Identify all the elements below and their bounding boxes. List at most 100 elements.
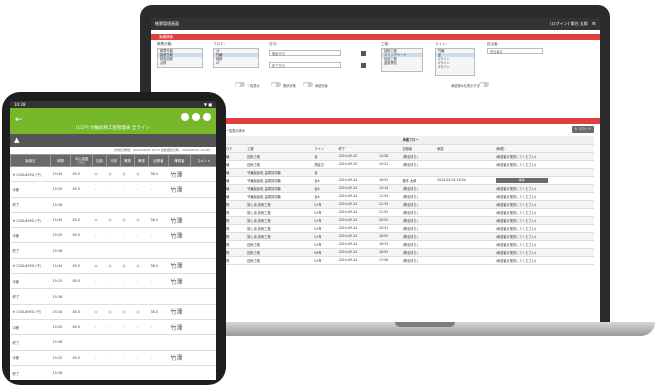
table-cell: ◎	[134, 304, 149, 320]
select-option[interactable]: 3ライン	[436, 65, 474, 69]
signature-cell: 竹澤	[168, 212, 191, 229]
table-cell	[190, 258, 216, 275]
table-cell	[493, 168, 594, 177]
person-label: 担当者：	[487, 42, 501, 46]
app-title: 帳票管理画面	[155, 21, 179, 26]
timestamp-note: (作成日時間：2024/09/25 10:27 最終更新日時：2024/09/2…	[113, 148, 210, 152]
table-cell: 2024-09-24	[336, 216, 377, 225]
table-cell: (承認者を選択してください)	[493, 152, 594, 161]
table-cell: 85.0	[70, 181, 93, 198]
start-date-input[interactable]: 開始日付：	[269, 50, 341, 56]
approval-target-toggle-label: 承認対象	[315, 83, 328, 88]
approve-button[interactable]: 承認	[495, 177, 548, 183]
table-cell: ◎	[106, 304, 121, 320]
table-cell: 15:25	[50, 273, 71, 290]
person-input[interactable]: 担当者名	[487, 48, 543, 54]
cloud-sync-icon[interactable]	[181, 113, 189, 121]
process-select[interactable]: 技術工程 ストックヤード 加熱工程 金属検知	[381, 48, 423, 72]
table-cell	[435, 168, 494, 177]
anomaly-toggle[interactable]	[271, 82, 281, 87]
table-cell	[435, 256, 494, 265]
table-cell: 01号	[312, 208, 337, 217]
table-row[interactable]: ※ 23GL89EG (千) 15:34 85.0 ◎ ◎ ◎ ◎ 38.0 竹澤	[10, 304, 216, 320]
reload-button[interactable]: ↻ リロード	[572, 126, 594, 133]
table-cell: 15:34	[50, 166, 71, 183]
table-cell	[435, 216, 494, 225]
warning-icon: ▲	[14, 136, 20, 144]
signature-cell: 竹澤	[168, 258, 191, 275]
table-row[interactable]: 終了 15:36	[10, 288, 216, 305]
show-approved-toggle[interactable]	[479, 82, 489, 87]
tablet-title: [CCP] 竹輪加熱工程管理表 全ライン	[76, 126, 150, 131]
table-cell: 18:55	[376, 232, 401, 241]
table-cell: 85.0	[70, 350, 93, 366]
line-select[interactable]: 竹輪全 1ライン 2ライン 3ライン	[435, 48, 475, 76]
table-cell: 2024-09-25	[336, 152, 377, 161]
floor-select[interactable]: 1F 竹輪 揚物 2F	[213, 48, 259, 68]
select-option[interactable]: 2F	[214, 61, 258, 65]
table-cell	[190, 288, 216, 305]
table-row[interactable]: 終了 15:36	[10, 242, 216, 259]
list-view-toggle[interactable]	[235, 82, 245, 87]
table-row[interactable]: 中断 15:25 85.0- - - - - 竹澤	[10, 273, 216, 290]
table-cell: 技術工程	[245, 240, 313, 249]
table-cell: ◎	[106, 258, 121, 275]
select-option[interactable]: 金属検知	[382, 61, 422, 65]
column-header: 製造日	[10, 154, 51, 167]
table-cell	[148, 365, 169, 380]
table-row[interactable]: 中断 15:25 85.0- - - - - 竹澤	[10, 181, 216, 198]
table-cell: 2024-09-24	[336, 184, 377, 193]
end-date-input[interactable]: 終了日付：	[269, 62, 341, 68]
factory-select[interactable]: 帳票分類 製造日報 検査記録 点検	[157, 48, 203, 68]
table-cell	[190, 197, 216, 213]
table-row[interactable]: 中断 15:25 85.0- - - - - 竹澤	[10, 350, 216, 366]
globe-icon[interactable]	[203, 113, 211, 121]
calendar-icon[interactable]	[361, 62, 366, 68]
table-row[interactable]: ※ 23GL89EG (千) 15:34 85.0 ◎ ◎ ◎ ◎ 38.0 竹澤	[10, 166, 216, 183]
table-cell	[190, 242, 216, 259]
table-cell: (署名待ち)	[400, 208, 436, 217]
menu-icon[interactable]: ≡	[592, 21, 596, 27]
table-cell: -	[106, 273, 121, 290]
table-cell: -	[134, 273, 149, 290]
table-row[interactable]: 中断 15:25 85.0- - - - - 竹澤	[10, 227, 216, 244]
table-cell: 18:33	[376, 240, 401, 249]
calendar-icon[interactable]	[361, 50, 366, 56]
status-icons: ▼ ■	[203, 102, 212, 107]
table-row[interactable]: ※ 23GL89EG (千) 15:34 85.0 ◎ ◎ ◎ ◎ 38.0 竹澤	[10, 212, 216, 229]
table-cell: 2024-09-25	[336, 160, 377, 169]
table-row[interactable]: 終了 15:36	[10, 365, 216, 380]
table-cell: 38.0	[148, 304, 169, 320]
table-cell: ◎	[134, 258, 149, 275]
column-header: ライン	[312, 144, 337, 153]
table-cell: (承認者を選択してください)	[493, 224, 594, 233]
table-row[interactable]: 中断 15:25 85.0- - - - - 竹澤	[10, 319, 216, 336]
table-cell: ◎	[134, 212, 149, 229]
table-cell: 竹輪製品用_金属探知機	[245, 184, 313, 193]
table-cell	[120, 288, 135, 305]
approval-target-toggle[interactable]	[303, 82, 313, 87]
table-cell	[148, 334, 169, 351]
table-cell: -	[134, 181, 149, 198]
gear-icon[interactable]	[192, 113, 200, 121]
back-arrow-icon[interactable]: ←	[15, 115, 23, 125]
table-cell: 2024-09-24	[336, 232, 377, 241]
table-cell: ◎	[120, 258, 135, 275]
table-cell	[190, 304, 216, 320]
table-cell: 10:21	[376, 160, 401, 169]
table-row[interactable]: 終了 15:36	[10, 197, 216, 213]
table-cell	[190, 166, 216, 183]
table-row[interactable]: ※ 23GL89EG (千) 15:34 85.0 ◎ ◎ ◎ ◎ 38.0 竹澤	[10, 258, 216, 275]
table-cell: -	[92, 319, 107, 336]
table-cell: 揚し油 技術工程	[245, 224, 313, 233]
table-cell: (承認者を選択してください)	[493, 248, 594, 257]
table-cell	[70, 242, 93, 259]
table-cell: 2024-09-24	[336, 208, 377, 217]
table-cell: 中断	[10, 319, 51, 336]
user-info[interactable]: (ログイン) 帯谷 太郎	[550, 21, 588, 27]
table-row[interactable]: 終了 15:36	[10, 334, 216, 351]
select-option[interactable]: 点検	[158, 61, 202, 65]
device-mockup: 帳票管理画面 (ログイン) 帯谷 太郎 ≡ 実績検索 帳票分類： 帳票分類 製造日…	[0, 0, 658, 385]
list-view-toggle-label: 一覧表示	[247, 83, 260, 88]
table-cell	[148, 288, 169, 305]
